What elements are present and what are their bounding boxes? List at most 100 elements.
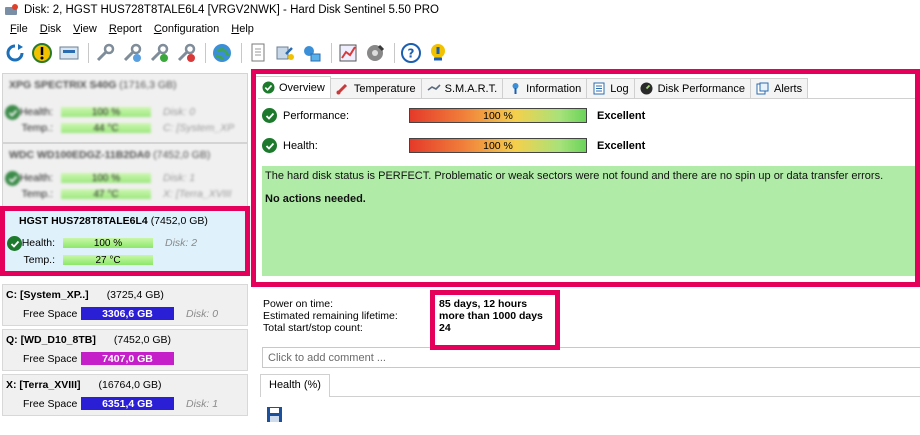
free-space-bar: 7407,0 GB: [81, 352, 174, 365]
tab-information[interactable]: Information: [502, 78, 588, 98]
smart-icon: [427, 82, 441, 95]
health-tab-body: [260, 396, 920, 435]
partition-card[interactable]: Q: [WD_D10_8TB] (7452,0 GB) Free Space 74…: [2, 329, 248, 371]
title-bar: Disk: 2, HGST HUS728T8TALE6L4 [VRGV2NWK]…: [0, 0, 920, 20]
svg-text:?: ?: [408, 47, 415, 61]
info-icon: [508, 82, 522, 95]
menu-help[interactable]: Help: [225, 23, 260, 35]
toolbar-separator: [331, 43, 332, 63]
temp-bar: 44 °C: [61, 123, 151, 134]
menu-bar: File Disk View Report Configuration Help: [0, 20, 920, 38]
network-icon[interactable]: [300, 41, 324, 65]
alert-status-icon[interactable]: [30, 41, 54, 65]
details-panel: Overview Temperature S.M.A.R.T. Informat…: [255, 70, 920, 435]
partition-card[interactable]: X: [Terra_XVIII] (16764,0 GB) Free Space …: [2, 374, 248, 416]
temp-label: Temp.:: [23, 254, 55, 266]
stat-label: Estimated remaining lifetime:: [263, 310, 398, 322]
disk-index: Disk: 0: [163, 106, 196, 118]
free-space-label: Free Space: [23, 397, 78, 410]
performance-bar: 100 %: [409, 108, 587, 123]
stat-value: 85 days, 12 hours: [439, 298, 528, 310]
tab-smart[interactable]: S.M.A.R.T.: [420, 78, 504, 98]
tab-disk-performance[interactable]: Disk Performance: [633, 78, 751, 98]
globe-icon[interactable]: [210, 41, 234, 65]
temp-bar: 47 °C: [61, 189, 151, 200]
performance-icon: [640, 82, 654, 95]
partition-card[interactable]: C: [System_XP..] (3725,4 GB) Free Space 3…: [2, 284, 248, 326]
thermometer-icon: [336, 82, 350, 95]
performance-rating: Excellent: [597, 109, 646, 122]
stat-label: Total start/stop count:: [263, 322, 363, 334]
tab-overview[interactable]: Overview: [255, 76, 331, 98]
disk-index: Disk: 2: [165, 237, 198, 249]
tab-health-percent[interactable]: Health (%): [260, 374, 330, 397]
toolbar: ?: [0, 39, 920, 67]
tool-2-icon[interactable]: [120, 41, 144, 65]
menu-report[interactable]: Report: [103, 23, 148, 35]
partition-name: C: [System_XP..] (3725,4 GB): [6, 289, 164, 301]
check-icon: [262, 138, 277, 153]
tool-3-icon[interactable]: [147, 41, 171, 65]
report-icon[interactable]: [246, 41, 270, 65]
partition-name: X: [Terra_XVIII] (16764,0 GB): [6, 379, 162, 391]
disk-card-selected[interactable]: HGST HUS728T8TALE6L4 (7452,0 GB) Health:…: [2, 210, 248, 273]
health-label: Health:: [283, 139, 318, 152]
disk-card[interactable]: XPG SPECTRIX S40G (1716,3 GB) Health: 10…: [2, 73, 248, 143]
health-graph-area: Health (%): [260, 374, 920, 435]
partition-hint: X: [Terra_XVIII: [163, 188, 232, 200]
health-bar: 100 %: [63, 238, 153, 249]
tab-temperature[interactable]: Temperature: [329, 78, 422, 98]
tab-alerts[interactable]: Alerts: [749, 78, 809, 98]
comment-input[interactable]: Click to add comment ...: [262, 347, 920, 368]
app-icon: [5, 4, 19, 16]
transfer-icon[interactable]: [273, 41, 297, 65]
temp-bar: 27 °C: [63, 255, 153, 266]
partition-name: Q: [WD_D10_8TB] (7452,0 GB): [6, 334, 172, 346]
performance-label: Performance:: [283, 109, 350, 122]
window-title: Disk: 2, HGST HUS728T8TALE6L4 [VRGV2NWK]…: [24, 4, 439, 16]
disk-list-panel: XPG SPECTRIX S40G (1716,3 GB) Health: 10…: [0, 70, 250, 435]
performance-row: Performance: 100 % Excellent: [262, 108, 645, 123]
temp-label: Temp.:: [21, 188, 53, 200]
stat-label: Power on time:: [263, 298, 334, 310]
help-icon[interactable]: ?: [399, 41, 423, 65]
status-text: The hard disk status is PERFECT. Problem…: [265, 170, 884, 182]
refresh-icon[interactable]: [3, 41, 27, 65]
disk-name: WDC WD100EDGZ-11B2DA0 (7452,0 GB): [9, 149, 211, 161]
save-icon[interactable]: [266, 406, 283, 423]
disk-test-icon[interactable]: [363, 41, 387, 65]
check-icon: [262, 108, 277, 123]
disk-index: Disk: 0: [186, 307, 219, 320]
free-space-bar: 6351,4 GB: [81, 397, 174, 410]
toolbar-separator: [205, 43, 206, 63]
toolbar-separator: [394, 43, 395, 63]
free-space-label: Free Space: [23, 352, 78, 365]
health-bar: 100 %: [61, 173, 151, 184]
tab-log[interactable]: Log: [586, 78, 635, 98]
stat-value: more than 1000 days: [439, 310, 543, 322]
disk-card[interactable]: WDC WD100EDGZ-11B2DA0 (7452,0 GB) Health…: [2, 143, 248, 207]
log-icon: [592, 82, 606, 95]
tool-1-icon[interactable]: [93, 41, 117, 65]
disk-index: Disk: 1: [186, 397, 219, 410]
health-label: Health:: [19, 106, 53, 118]
free-space-label: Free Space: [23, 307, 78, 320]
status-message: The hard disk status is PERFECT. Problem…: [262, 166, 920, 276]
tool-4-icon[interactable]: [174, 41, 198, 65]
health-label: Health:: [19, 172, 53, 184]
free-space-bar: 3306,6 GB: [81, 307, 174, 320]
menu-disk[interactable]: Disk: [34, 23, 67, 35]
toolbar-separator: [241, 43, 242, 63]
about-icon[interactable]: [426, 41, 450, 65]
action-text: No actions needed.: [265, 193, 366, 205]
alerts-icon: [756, 82, 770, 95]
menu-configuration[interactable]: Configuration: [148, 23, 225, 35]
temp-label: Temp.:: [21, 122, 53, 134]
menu-view[interactable]: View: [67, 23, 103, 35]
menu-file[interactable]: File: [4, 23, 34, 35]
disk-info-icon[interactable]: [57, 41, 81, 65]
tab-bar: Overview Temperature S.M.A.R.T. Informat…: [255, 76, 809, 98]
chart-icon[interactable]: [336, 41, 360, 65]
partition-hint: C: [System_XP: [163, 122, 235, 134]
disk-index: Disk: 1: [163, 172, 196, 184]
